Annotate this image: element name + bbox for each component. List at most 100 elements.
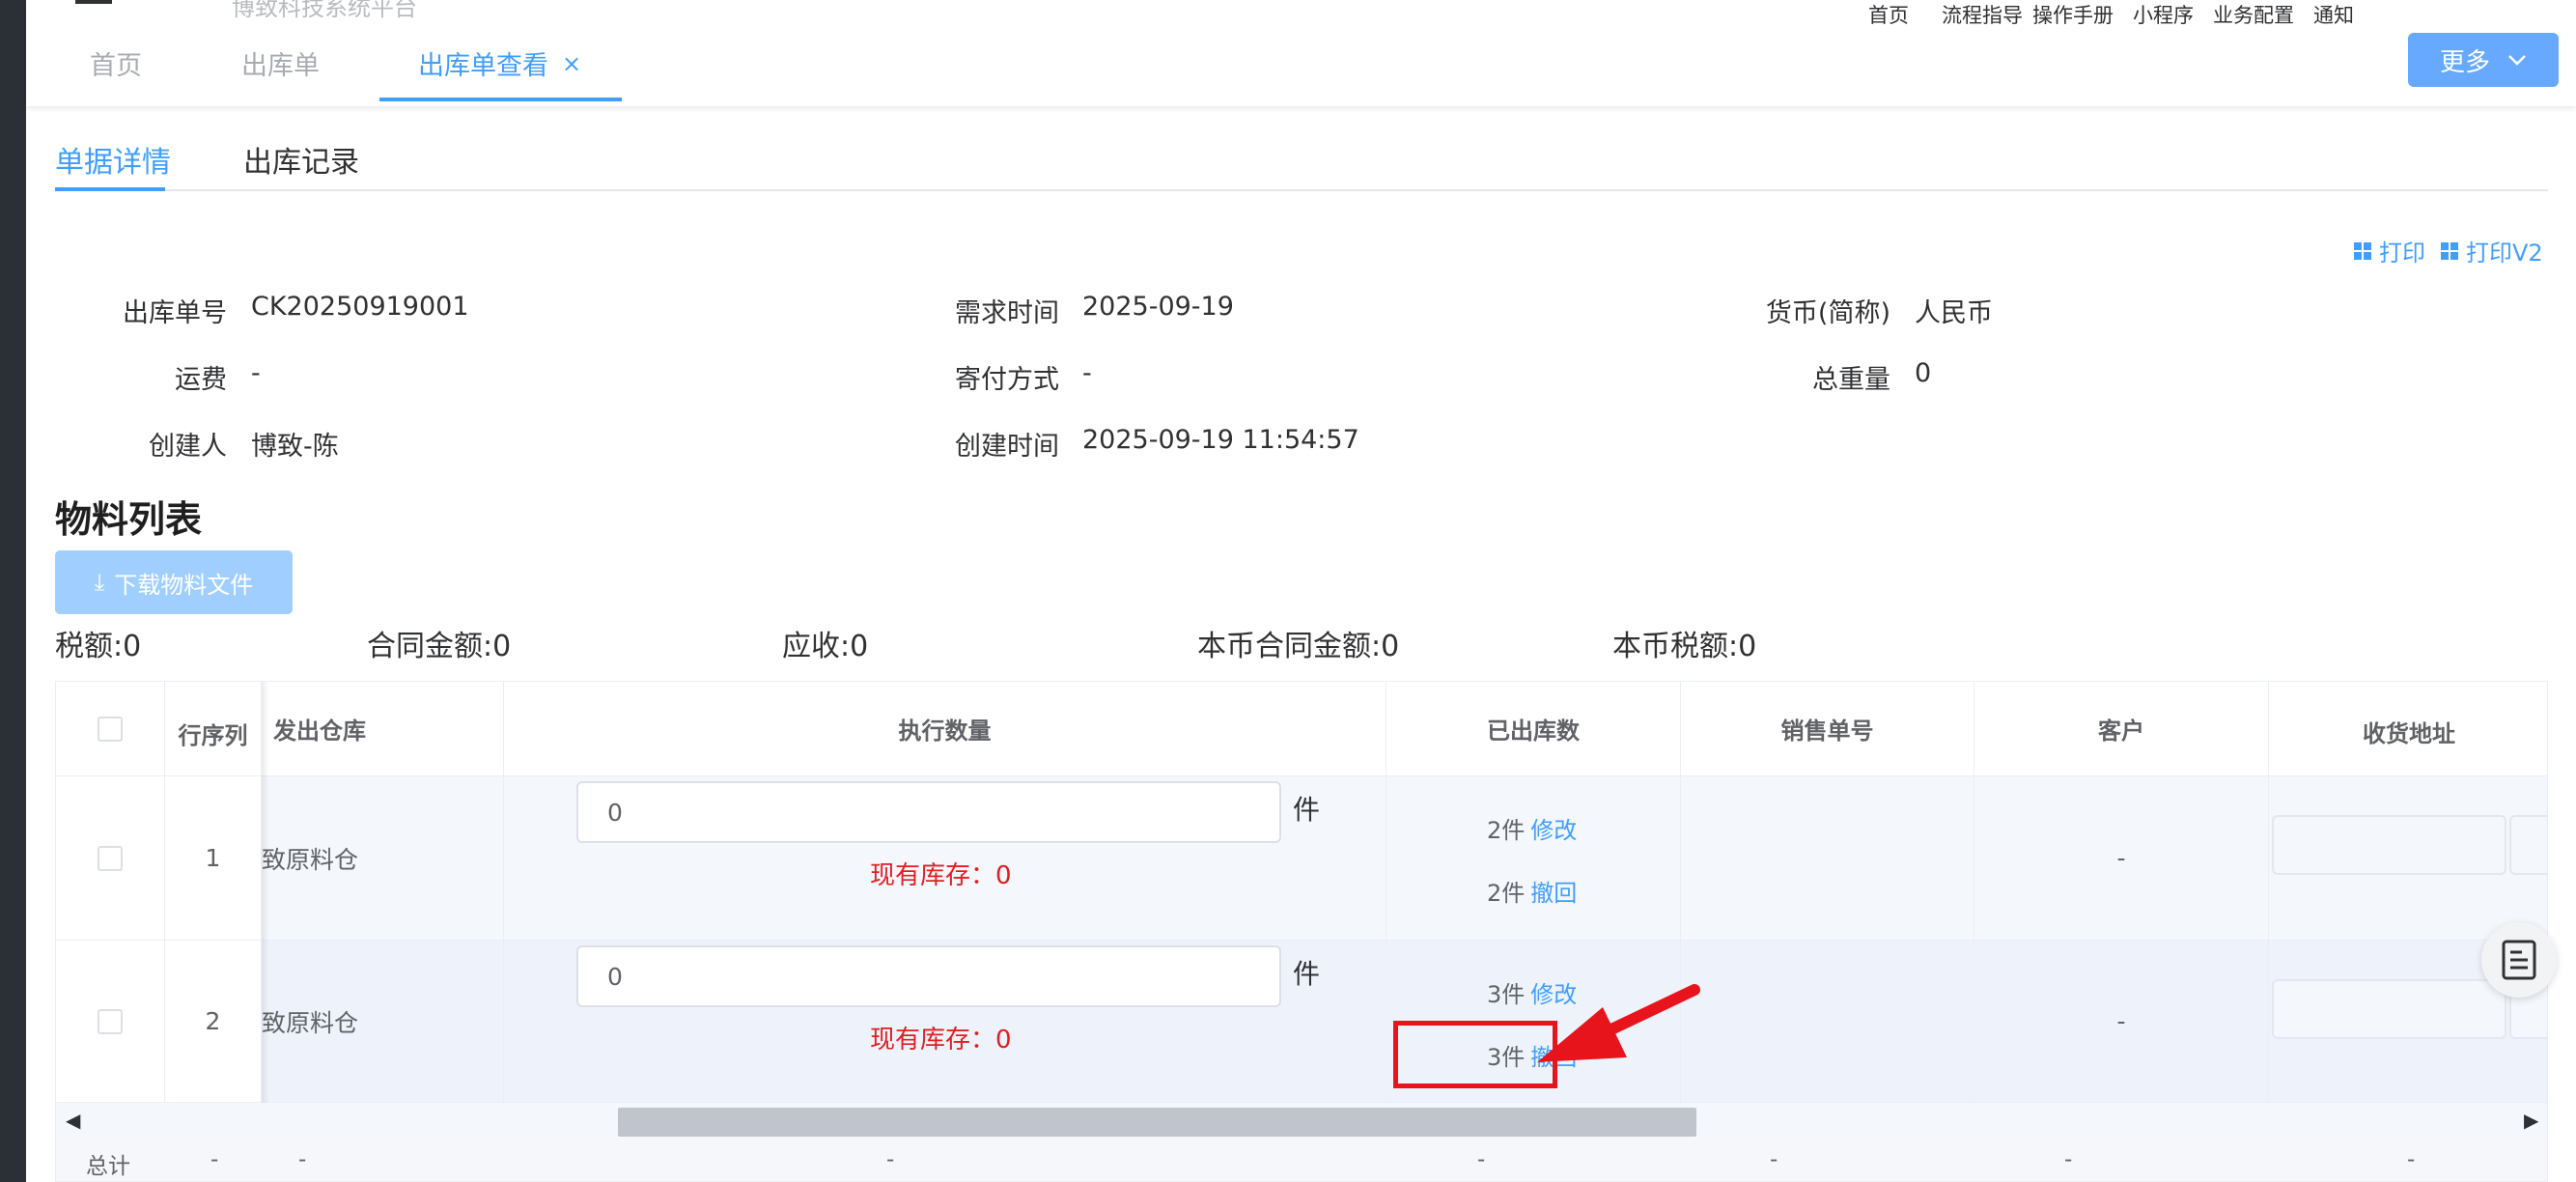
address-field[interactable] [2509, 815, 2547, 875]
shipped-count: 2件 [1487, 880, 1526, 907]
scrollbar-thumb[interactable] [618, 1108, 1696, 1137]
grid-icon [2441, 241, 2458, 260]
unit-label: 件 [1293, 794, 1321, 826]
detail-value: 人民币 [1915, 298, 1993, 328]
scroll-left-icon[interactable]: ◀ [66, 1109, 80, 1132]
revoke-link[interactable]: 撤回 [1530, 880, 1577, 907]
footer-cell: - [298, 1147, 307, 1172]
detail-value: 博致-陈 [251, 432, 339, 462]
detail-label: 需求时间 [955, 298, 1059, 328]
row-customer: - [1974, 941, 2269, 1102]
summary-contract-amount: 合同金额:0 [367, 630, 512, 663]
row-checkbox[interactable] [98, 1008, 123, 1034]
detail-label: 货币(简称) [1765, 298, 1890, 328]
row-shipped-qty: 2件 修改 2件 撤回 [1386, 776, 1681, 940]
tab-outbound-view[interactable]: 出库单查看 [418, 44, 548, 82]
top-links: 首页 流程指导 操作手册 小程序 业务配置 通知 [1868, 0, 2354, 27]
subtab-outbound-records[interactable]: 出库记录 [243, 138, 359, 181]
footer-cell: - [2064, 1147, 2073, 1172]
more-label: 更多 [2439, 47, 2490, 77]
exec-qty-input[interactable]: 0 [576, 945, 1281, 1007]
scroll-right-icon[interactable]: ▶ [2524, 1109, 2538, 1132]
select-all-checkbox[interactable] [98, 716, 123, 742]
row-exec-qty: 0 件 现有库存：0 [504, 776, 1386, 940]
shipped-entry: 2件 修改 [1487, 811, 1577, 845]
materials-table: 行序列 发出仓库 执行数量 已出库数 销售单号 客户 收货地址 1 致原料仓 0… [55, 681, 2548, 1182]
address-field[interactable] [2272, 815, 2506, 875]
table-footer-row: 总计 - - - - - - - [56, 1138, 2547, 1181]
row-sales-no [1681, 776, 1974, 940]
header-customer: 客户 [1974, 682, 2269, 776]
top-link-config[interactable]: 业务配置 [2213, 0, 2294, 27]
close-icon[interactable]: × [562, 50, 581, 77]
download-icon: ⤓ [94, 569, 105, 596]
subtab-divider [55, 189, 2548, 191]
detail-value: 2025-09-19 11:54:57 [1082, 425, 1359, 455]
header-sales-no: 销售单号 [1681, 682, 1974, 776]
active-tab-indicator [379, 98, 622, 101]
unit-label: 件 [1293, 958, 1321, 990]
summary-tax: 税额:0 [55, 630, 142, 663]
chevron-down-icon [2508, 55, 2526, 66]
row-sales-no [1681, 941, 1974, 1102]
detail-label: 总重量 [1812, 365, 1890, 395]
footer-total-label: 总计 [86, 1154, 130, 1179]
stock-label: 现有库存：0 [870, 1026, 1012, 1055]
row-warehouse: 致原料仓 [262, 776, 504, 940]
row-select-cell [56, 776, 165, 940]
grid-icon [2354, 241, 2371, 260]
row-exec-qty: 0 件 现有库存：0 [504, 941, 1386, 1102]
subtab-details[interactable]: 单据详情 [55, 138, 171, 181]
system-title: 博致科技系统平台 [232, 0, 417, 21]
footer-cell: - [210, 1147, 219, 1172]
detail-label: 创建人 [149, 432, 227, 462]
header-shipped-qty: 已出库数 [1386, 682, 1681, 776]
row-customer: - [1974, 776, 2269, 940]
detail-label: 寄付方式 [955, 365, 1059, 395]
menu-icon[interactable] [75, 0, 112, 8]
row-address [2269, 776, 2547, 940]
active-subtab-indicator [55, 187, 165, 191]
download-materials-button[interactable]: ⤓ 下载物料文件 [55, 550, 293, 614]
print-v2-button[interactable]: 打印V2 [2441, 234, 2543, 267]
tab-home[interactable]: 首页 [90, 44, 142, 82]
top-link-home[interactable]: 首页 [1868, 0, 1909, 27]
document-glyph [2502, 940, 2536, 980]
top-link-manual[interactable]: 操作手册 [2032, 0, 2114, 27]
download-label: 下载物料文件 [114, 571, 254, 599]
row-select-cell [56, 941, 165, 1102]
header-select-all [56, 682, 165, 776]
row-index: 2 [165, 941, 262, 1102]
row-index: 1 [165, 776, 262, 940]
row-checkbox[interactable] [98, 845, 123, 871]
detail-label: 出库单号 [123, 298, 227, 328]
stock-label: 现有库存：0 [870, 861, 1012, 890]
header-exec-qty: 执行数量 [504, 682, 1386, 776]
print-label: 打印 [2379, 239, 2425, 267]
top-link-notice[interactable]: 通知 [2313, 0, 2354, 27]
address-field[interactable] [2272, 979, 2506, 1039]
print-v2-label: 打印V2 [2466, 239, 2543, 267]
detail-value: - [251, 358, 261, 388]
top-link-miniapp[interactable]: 小程序 [2133, 0, 2194, 27]
shipped-count: 2件 [1487, 817, 1526, 844]
print-button[interactable]: 打印 [2354, 234, 2425, 267]
more-button[interactable]: 更多 [2408, 33, 2559, 87]
edit-link[interactable]: 修改 [1530, 817, 1577, 844]
row-warehouse: 致原料仓 [262, 941, 504, 1102]
detail-label: 运费 [175, 365, 227, 395]
document-icon[interactable] [2481, 922, 2557, 998]
top-link-guide[interactable]: 流程指导 [1942, 0, 2023, 27]
detail-value: 0 [1915, 358, 1932, 388]
footer-cell: - [2407, 1147, 2416, 1172]
annotation-arrow-icon [1537, 984, 1700, 1062]
materials-title: 物料列表 [55, 498, 203, 541]
summary-local-contract-amount: 本币合同金额:0 [1197, 630, 1400, 663]
shipped-count: 3件 [1487, 981, 1526, 1008]
footer-cell: - [1770, 1147, 1778, 1172]
exec-qty-input[interactable]: 0 [576, 781, 1281, 843]
summary-local-tax: 本币税额:0 [1612, 630, 1757, 663]
header-warehouse: 发出仓库 [262, 682, 504, 776]
tab-outbound[interactable]: 出库单 [241, 44, 320, 82]
header-address: 收货地址 [2269, 682, 2547, 776]
